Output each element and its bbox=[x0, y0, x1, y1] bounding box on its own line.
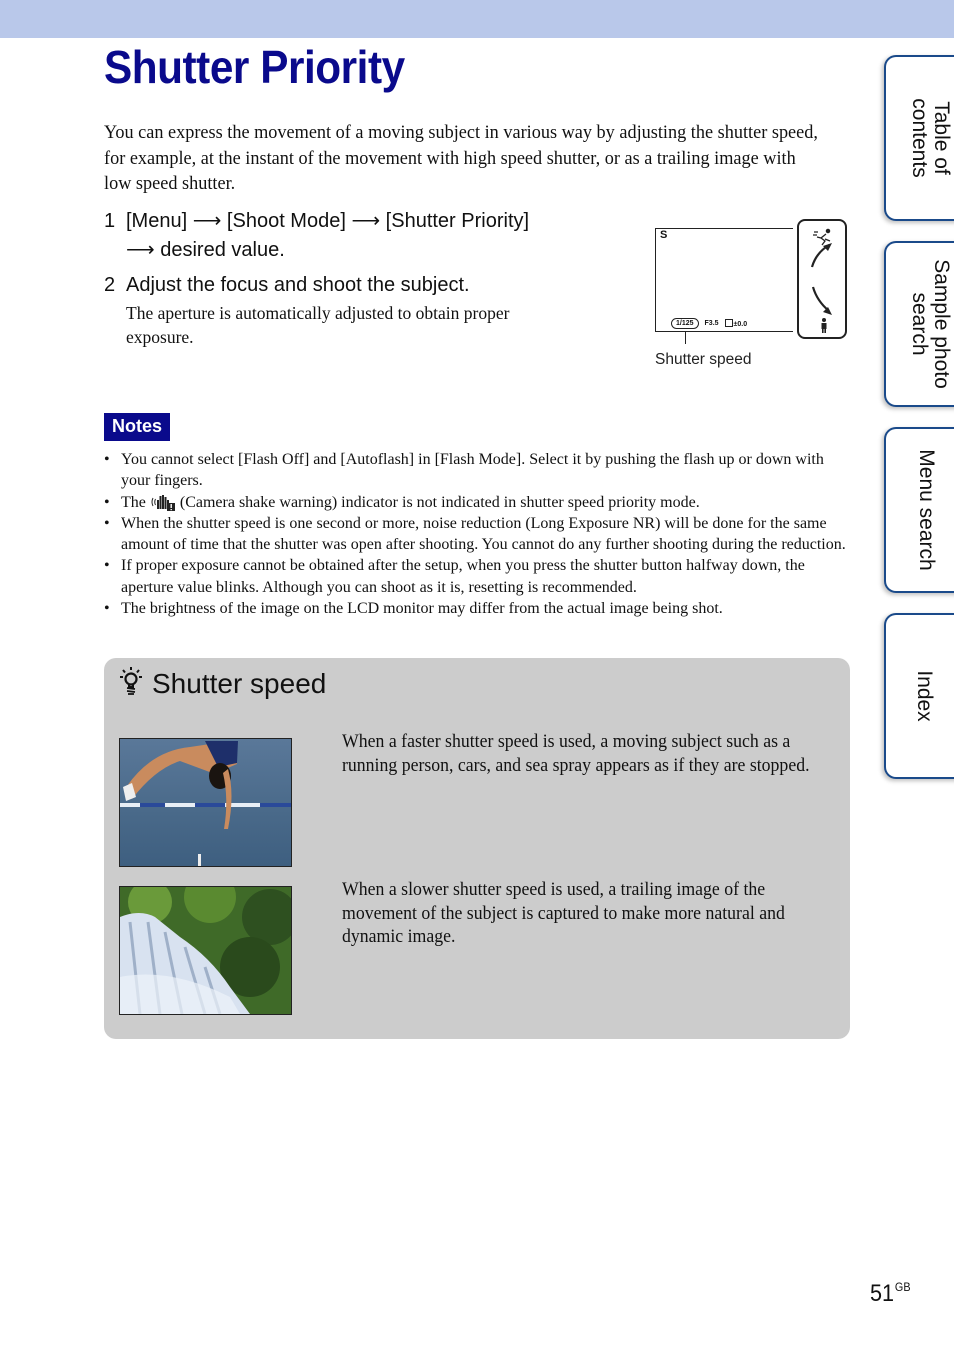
note-item: The brightness of the image on the LCD m… bbox=[104, 598, 849, 620]
tab-index[interactable]: Index bbox=[884, 613, 954, 779]
waterfall-photo bbox=[119, 886, 292, 1015]
illustration-caption: Shutter speed bbox=[655, 351, 752, 368]
page-suffix: GB bbox=[894, 1280, 911, 1294]
tab-label: Index bbox=[913, 670, 936, 722]
tip-header: Shutter speed bbox=[118, 666, 326, 701]
dial-arrows-graphic bbox=[810, 228, 832, 333]
tab-table-of-contents[interactable]: Table of contents bbox=[884, 55, 954, 221]
tab-menu-search[interactable]: Menu search bbox=[884, 427, 954, 593]
notes-badge: Notes bbox=[104, 413, 170, 441]
page-number: 51GB bbox=[870, 1280, 911, 1307]
lightbulb-hint-icon bbox=[118, 666, 144, 701]
exposure-compensation: ±0.0 bbox=[724, 319, 747, 328]
arrow-down-right bbox=[811, 286, 830, 312]
tab-label: Table of contents bbox=[908, 98, 953, 178]
notes-list: You cannot select [Flash Off] and [Autof… bbox=[104, 449, 849, 620]
mode-indicator: S bbox=[660, 229, 668, 241]
standing-person-icon bbox=[821, 318, 827, 333]
note-item: If proper exposure cannot be obtained af… bbox=[104, 555, 849, 598]
step-1-continuation: ⟶ desired value. bbox=[126, 239, 285, 261]
slow-shutter-description: When a slower shutter speed is used, a t… bbox=[342, 880, 785, 947]
shutter-speed-tip-box: Shutter speed When a faster shutter spee… bbox=[104, 658, 850, 1039]
running-person-icon bbox=[813, 228, 831, 246]
aperture-value: F3.5 bbox=[704, 320, 719, 327]
step-2-detail: The aperture is automatically adjusted t… bbox=[126, 303, 510, 347]
note-item: You cannot select [Flash Off] and [Autof… bbox=[104, 449, 849, 492]
shutter-dial-guide bbox=[797, 219, 847, 339]
camera-shake-warning-icon bbox=[150, 493, 176, 511]
step-1: 1 [Menu] ⟶ [Shoot Mode] ⟶ [Shutter Priori… bbox=[104, 207, 584, 265]
high-jump-athlete-photo bbox=[119, 738, 292, 867]
tip-title: Shutter speed bbox=[152, 667, 327, 699]
step-1-menu-path: [Menu] ⟶ [Shoot Mode] ⟶ [Shutter Priorit… bbox=[126, 210, 530, 232]
exposure-icon bbox=[724, 319, 733, 327]
tab-sample-photo-search[interactable]: Sample photo search bbox=[884, 241, 954, 407]
caption-leader-line bbox=[685, 331, 686, 344]
lcd-screen-illustration: S 1/125 F3.5 ±0.0 bbox=[655, 228, 793, 332]
intro-paragraph: You can express the movement of a moving… bbox=[104, 122, 818, 194]
step-2-text: Adjust the focus and shoot the subject. bbox=[126, 274, 470, 296]
shutter-speed-value: 1/125 bbox=[671, 318, 699, 329]
top-header-band bbox=[0, 0, 954, 38]
tab-label: Menu search bbox=[915, 449, 938, 571]
step-2: 2 Adjust the focus and shoot the subject. bbox=[104, 271, 470, 300]
fast-shutter-description: When a faster shutter speed is used, a m… bbox=[342, 732, 810, 776]
step-number: 1 bbox=[104, 210, 116, 232]
page-title: Shutter Priority bbox=[104, 41, 405, 93]
step-number: 2 bbox=[104, 274, 116, 296]
note-item: The(Camera shake warning) indicator is n… bbox=[104, 492, 849, 514]
note-item: When the shutter speed is one second or … bbox=[104, 513, 849, 556]
tab-label: Sample photo search bbox=[908, 259, 953, 389]
exposure-info-row: 1/125 F3.5 ±0.0 bbox=[671, 318, 747, 329]
